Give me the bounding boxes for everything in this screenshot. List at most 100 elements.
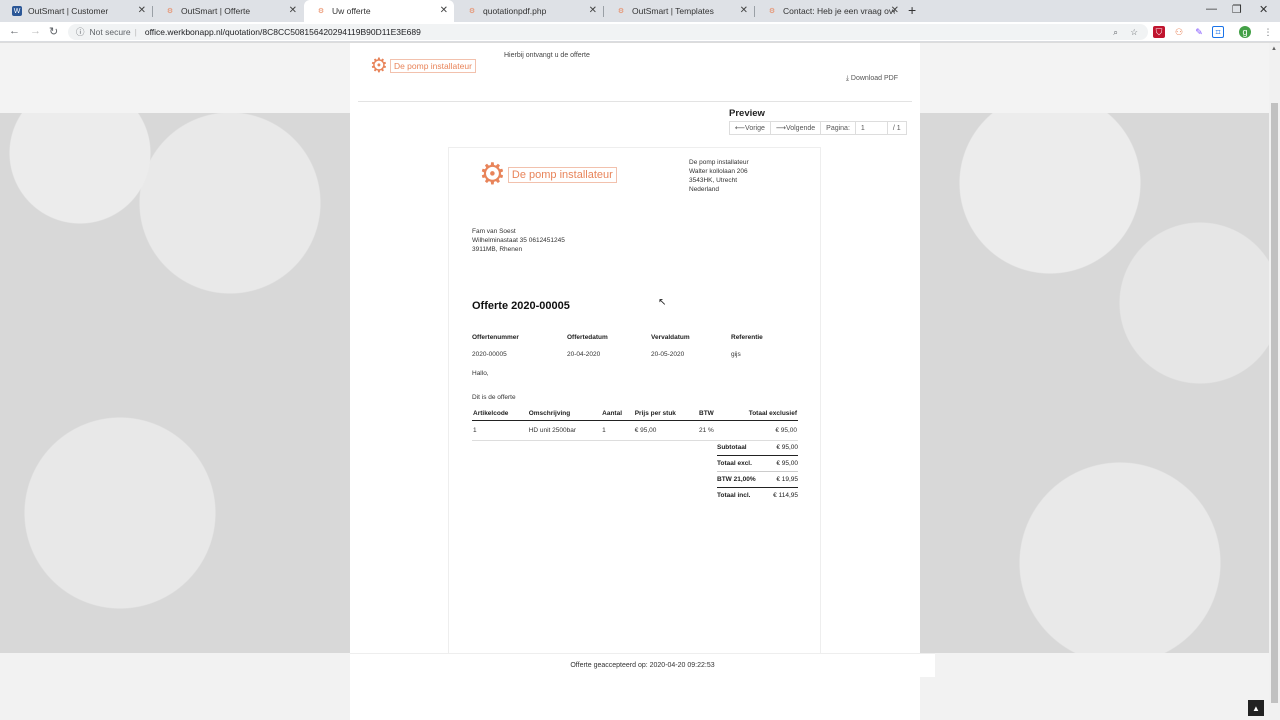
wrench-gear-icon: ⚙ <box>370 55 388 77</box>
back-to-top-button[interactable]: ▲ <box>1248 700 1264 716</box>
tab-title: Uw offerte <box>332 6 371 16</box>
column-header: Aantal <box>601 407 634 421</box>
quotation-card: ⚙ De pomp installateur Hierbij ontvangt … <box>350 43 920 720</box>
chevron-up-icon: ▲ <box>1252 703 1260 713</box>
window-close-button[interactable]: ✕ <box>1259 3 1268 16</box>
close-icon[interactable]: ✕ <box>589 5 597 16</box>
close-icon[interactable]: ✕ <box>891 5 899 16</box>
arrow-right-icon: ⟶ <box>775 125 786 132</box>
tab-strip: W OutSmart | Customer ✕ ⚙ OutSmart | Off… <box>0 0 1280 22</box>
subtotal-row: Subtotaal € 95,00 <box>717 440 798 456</box>
gear-icon: ⚙ <box>166 8 174 15</box>
page-viewport: ⚙ De pomp installateur Hierbij ontvangt … <box>0 43 1280 720</box>
body-text: Dit is de offerte <box>472 394 516 401</box>
column-header: Artikelcode <box>472 407 528 421</box>
tab-outsmart-templates[interactable]: ⚙ OutSmart | Templates ✕ <box>604 0 754 22</box>
close-icon[interactable]: ✕ <box>138 5 146 16</box>
meta-header-reference: Referentie <box>731 334 763 341</box>
column-header: Prijs per stuk <box>633 407 699 421</box>
meta-header-date: Offertedatum <box>567 334 608 341</box>
sender-address: De pomp installateur Walter kollolaan 20… <box>689 159 749 193</box>
pdf-preview: ⚙ De pomp installateur De pomp installat… <box>448 147 821 673</box>
intro-text: Hierbij ontvangt u de offerte <box>504 52 590 59</box>
extension-capture-icon[interactable]: ⌗ <box>1212 26 1224 38</box>
table-header-row: Artikelcode Omschrijving Aantal Prijs pe… <box>472 407 798 421</box>
extension-mask-icon[interactable]: ⚇ <box>1173 26 1185 38</box>
mouse-cursor: ↖ <box>658 297 667 308</box>
reload-button[interactable]: ↻ <box>49 25 58 38</box>
tab-title: OutSmart | Offerte <box>181 6 251 16</box>
meta-value-number: 2020-00005 <box>472 351 507 358</box>
table-cell: € 95,00 <box>723 420 798 441</box>
url-text: office.werkbonapp.nl/quotation/8C8CC5081… <box>144 27 421 37</box>
page-scrollbar[interactable]: ▲ <box>1269 43 1280 720</box>
table-cell: HD unit 2500bar <box>527 420 602 441</box>
bookmark-star-icon[interactable]: ☆ <box>1130 27 1138 38</box>
scrollbar-thumb[interactable] <box>1271 103 1278 703</box>
tab-outsmart-offerte[interactable]: ⚙ OutSmart | Offerte ✕ <box>153 0 303 22</box>
totals-block: Subtotaal € 95,00 Totaal excl. € 95,00 BTW… <box>717 440 798 503</box>
forward-button[interactable]: → <box>30 25 41 37</box>
address-bar[interactable]: ⓘ Not secure | office.werkbonapp.nl/quot… <box>68 24 1148 40</box>
back-button[interactable]: ← <box>9 25 20 37</box>
divider <box>358 101 912 102</box>
arrow-left-icon: ⟵ <box>735 125 746 132</box>
line-items-table: Artikelcode Omschrijving Aantal Prijs pe… <box>472 407 798 441</box>
tab-quotationpdf[interactable]: ⚙ quotationpdf.php ✕ <box>455 0 603 22</box>
pdf-logo-text: De pomp installateur <box>507 167 617 183</box>
pdf-company-logo: ⚙ De pomp installateur <box>479 160 617 190</box>
preview-title: Preview <box>729 108 765 119</box>
total-incl-row: Totaal incl. € 114,95 <box>717 492 798 499</box>
table-cell: 1 <box>601 420 634 441</box>
previous-button[interactable]: ⟵ Vorige <box>730 122 771 134</box>
quotation-title: Offerte 2020-00005 <box>472 300 570 312</box>
recipient-address: Fam van Soest Wilhelminastaat 35 0612451… <box>472 228 565 253</box>
tab-uw-offerte[interactable]: ⚙ Uw offerte ✕ <box>304 0 454 22</box>
gear-icon: ⚙ <box>617 8 625 15</box>
meta-value-expiry: 20-05-2020 <box>651 351 685 358</box>
extension-pen-icon[interactable]: ✎ <box>1193 26 1205 38</box>
table-cell: 21 % <box>698 420 724 441</box>
page-number-input[interactable]: 1 <box>856 122 888 134</box>
meta-value-reference: gijs <box>731 351 741 358</box>
download-icon: ⤓ <box>845 75 849 82</box>
minimize-button[interactable]: — <box>1206 3 1217 15</box>
extension-shield-icon[interactable]: ⛉ <box>1153 26 1165 38</box>
info-icon[interactable]: ⓘ <box>76 26 85 38</box>
next-button[interactable]: ⟶ Volgende <box>771 122 822 134</box>
tab-title: quotationpdf.php <box>483 6 547 16</box>
column-header: Omschrijving <box>527 407 602 421</box>
close-icon[interactable]: ✕ <box>289 5 297 16</box>
new-tab-button[interactable]: + <box>908 2 916 18</box>
tab-title: OutSmart | Customer <box>28 6 109 16</box>
acceptance-footer: Offerte geaccepteerd op: 2020-04-20 09:2… <box>350 653 935 677</box>
restore-button[interactable]: ❐ <box>1232 3 1242 16</box>
preview-pager: ⟵ Vorige ⟶ Volgende Pagina: 1 / 1 <box>729 121 907 135</box>
meta-header-expiry: Vervaldatum <box>651 334 690 341</box>
total-excl-row: Totaal excl. € 95,00 <box>717 456 798 472</box>
tab-title: OutSmart | Templates <box>632 6 714 16</box>
close-icon[interactable]: ✕ <box>440 5 448 16</box>
profile-avatar[interactable]: g <box>1239 26 1251 38</box>
gear-icon: ⚙ <box>468 8 476 15</box>
table-cell: € 95,00 <box>633 420 699 441</box>
zoom-icon[interactable]: ⌕ <box>1113 27 1118 38</box>
page-total: / 1 <box>892 124 901 132</box>
table-row: 1 HD unit 2500bar 1 € 95,00 21 % € 95,00 <box>472 420 798 441</box>
menu-icon[interactable]: ⋮ <box>1262 26 1274 38</box>
scroll-up-icon[interactable]: ▲ <box>1271 46 1277 52</box>
vat-row: BTW 21,00% € 19,95 <box>717 472 798 488</box>
browser-toolbar: ← → ↻ ⓘ Not secure | office.werkbonapp.n… <box>0 22 1280 42</box>
table-cell: 1 <box>472 420 528 441</box>
page-label: Pagina: <box>821 122 856 134</box>
download-pdf-link[interactable]: ⤓ Download PDF <box>846 75 898 83</box>
close-icon[interactable]: ✕ <box>740 5 748 16</box>
security-label: Not secure <box>89 27 131 37</box>
column-header: Totaal exclusief <box>723 407 798 421</box>
tab-contact[interactable]: ⚙ Contact: Heb je een vraag over O ✕ <box>755 0 905 22</box>
tab-outsmart-customer[interactable]: W OutSmart | Customer ✕ <box>0 0 152 22</box>
greeting: Hallo, <box>472 370 489 377</box>
tab-title: Contact: Heb je een vraag over O <box>783 6 895 16</box>
meta-value-date: 20-04-2020 <box>567 351 601 358</box>
logo-text: De pomp installateur <box>389 59 476 73</box>
